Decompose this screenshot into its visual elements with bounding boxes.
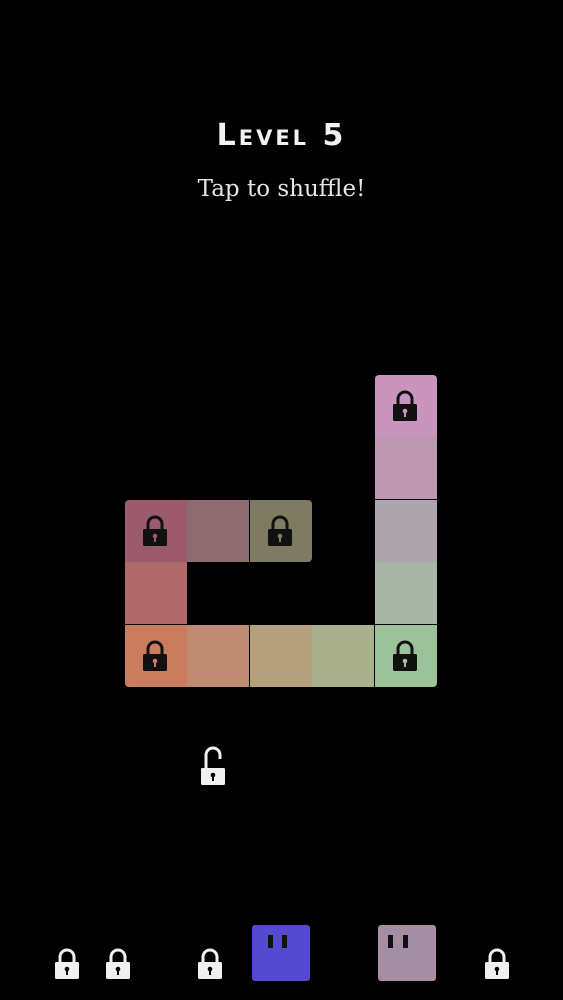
tile-r2c2[interactable] (250, 500, 312, 562)
tile-r4c0[interactable] (125, 625, 187, 687)
card-eye (282, 935, 287, 948)
tile-r4c1[interactable] (187, 625, 249, 687)
lock-icon (142, 640, 168, 672)
tile-r2c0[interactable] (125, 500, 187, 562)
tile-r4c2[interactable] (250, 625, 312, 687)
tile-r4c3[interactable] (312, 625, 374, 687)
tile-r1c4[interactable] (375, 437, 437, 499)
tile-r0c4[interactable] (375, 375, 437, 437)
tile-r4c4[interactable] (375, 625, 437, 687)
tile-r2c4[interactable] (375, 500, 437, 562)
piece-tray (0, 920, 563, 1000)
lock-icon (392, 390, 418, 422)
tile-r3c0[interactable] (125, 562, 187, 624)
lock-icon (267, 515, 293, 547)
lock-icon[interactable] (484, 948, 510, 980)
lock-icon[interactable] (197, 948, 223, 980)
lock-icon (392, 640, 418, 672)
unlock-icon[interactable] (200, 746, 226, 786)
tile-r3c4[interactable] (375, 562, 437, 624)
card-eye (403, 935, 408, 948)
piece-card-mauve[interactable] (378, 925, 436, 981)
card-eye (388, 935, 393, 948)
tile-r2c1[interactable] (187, 500, 249, 562)
card-eye (268, 935, 273, 948)
lock-icon[interactable] (54, 948, 80, 980)
puzzle-board[interactable] (0, 0, 563, 720)
lock-icon[interactable] (105, 948, 131, 980)
piece-card-blue[interactable] (252, 925, 310, 981)
lock-icon (142, 515, 168, 547)
